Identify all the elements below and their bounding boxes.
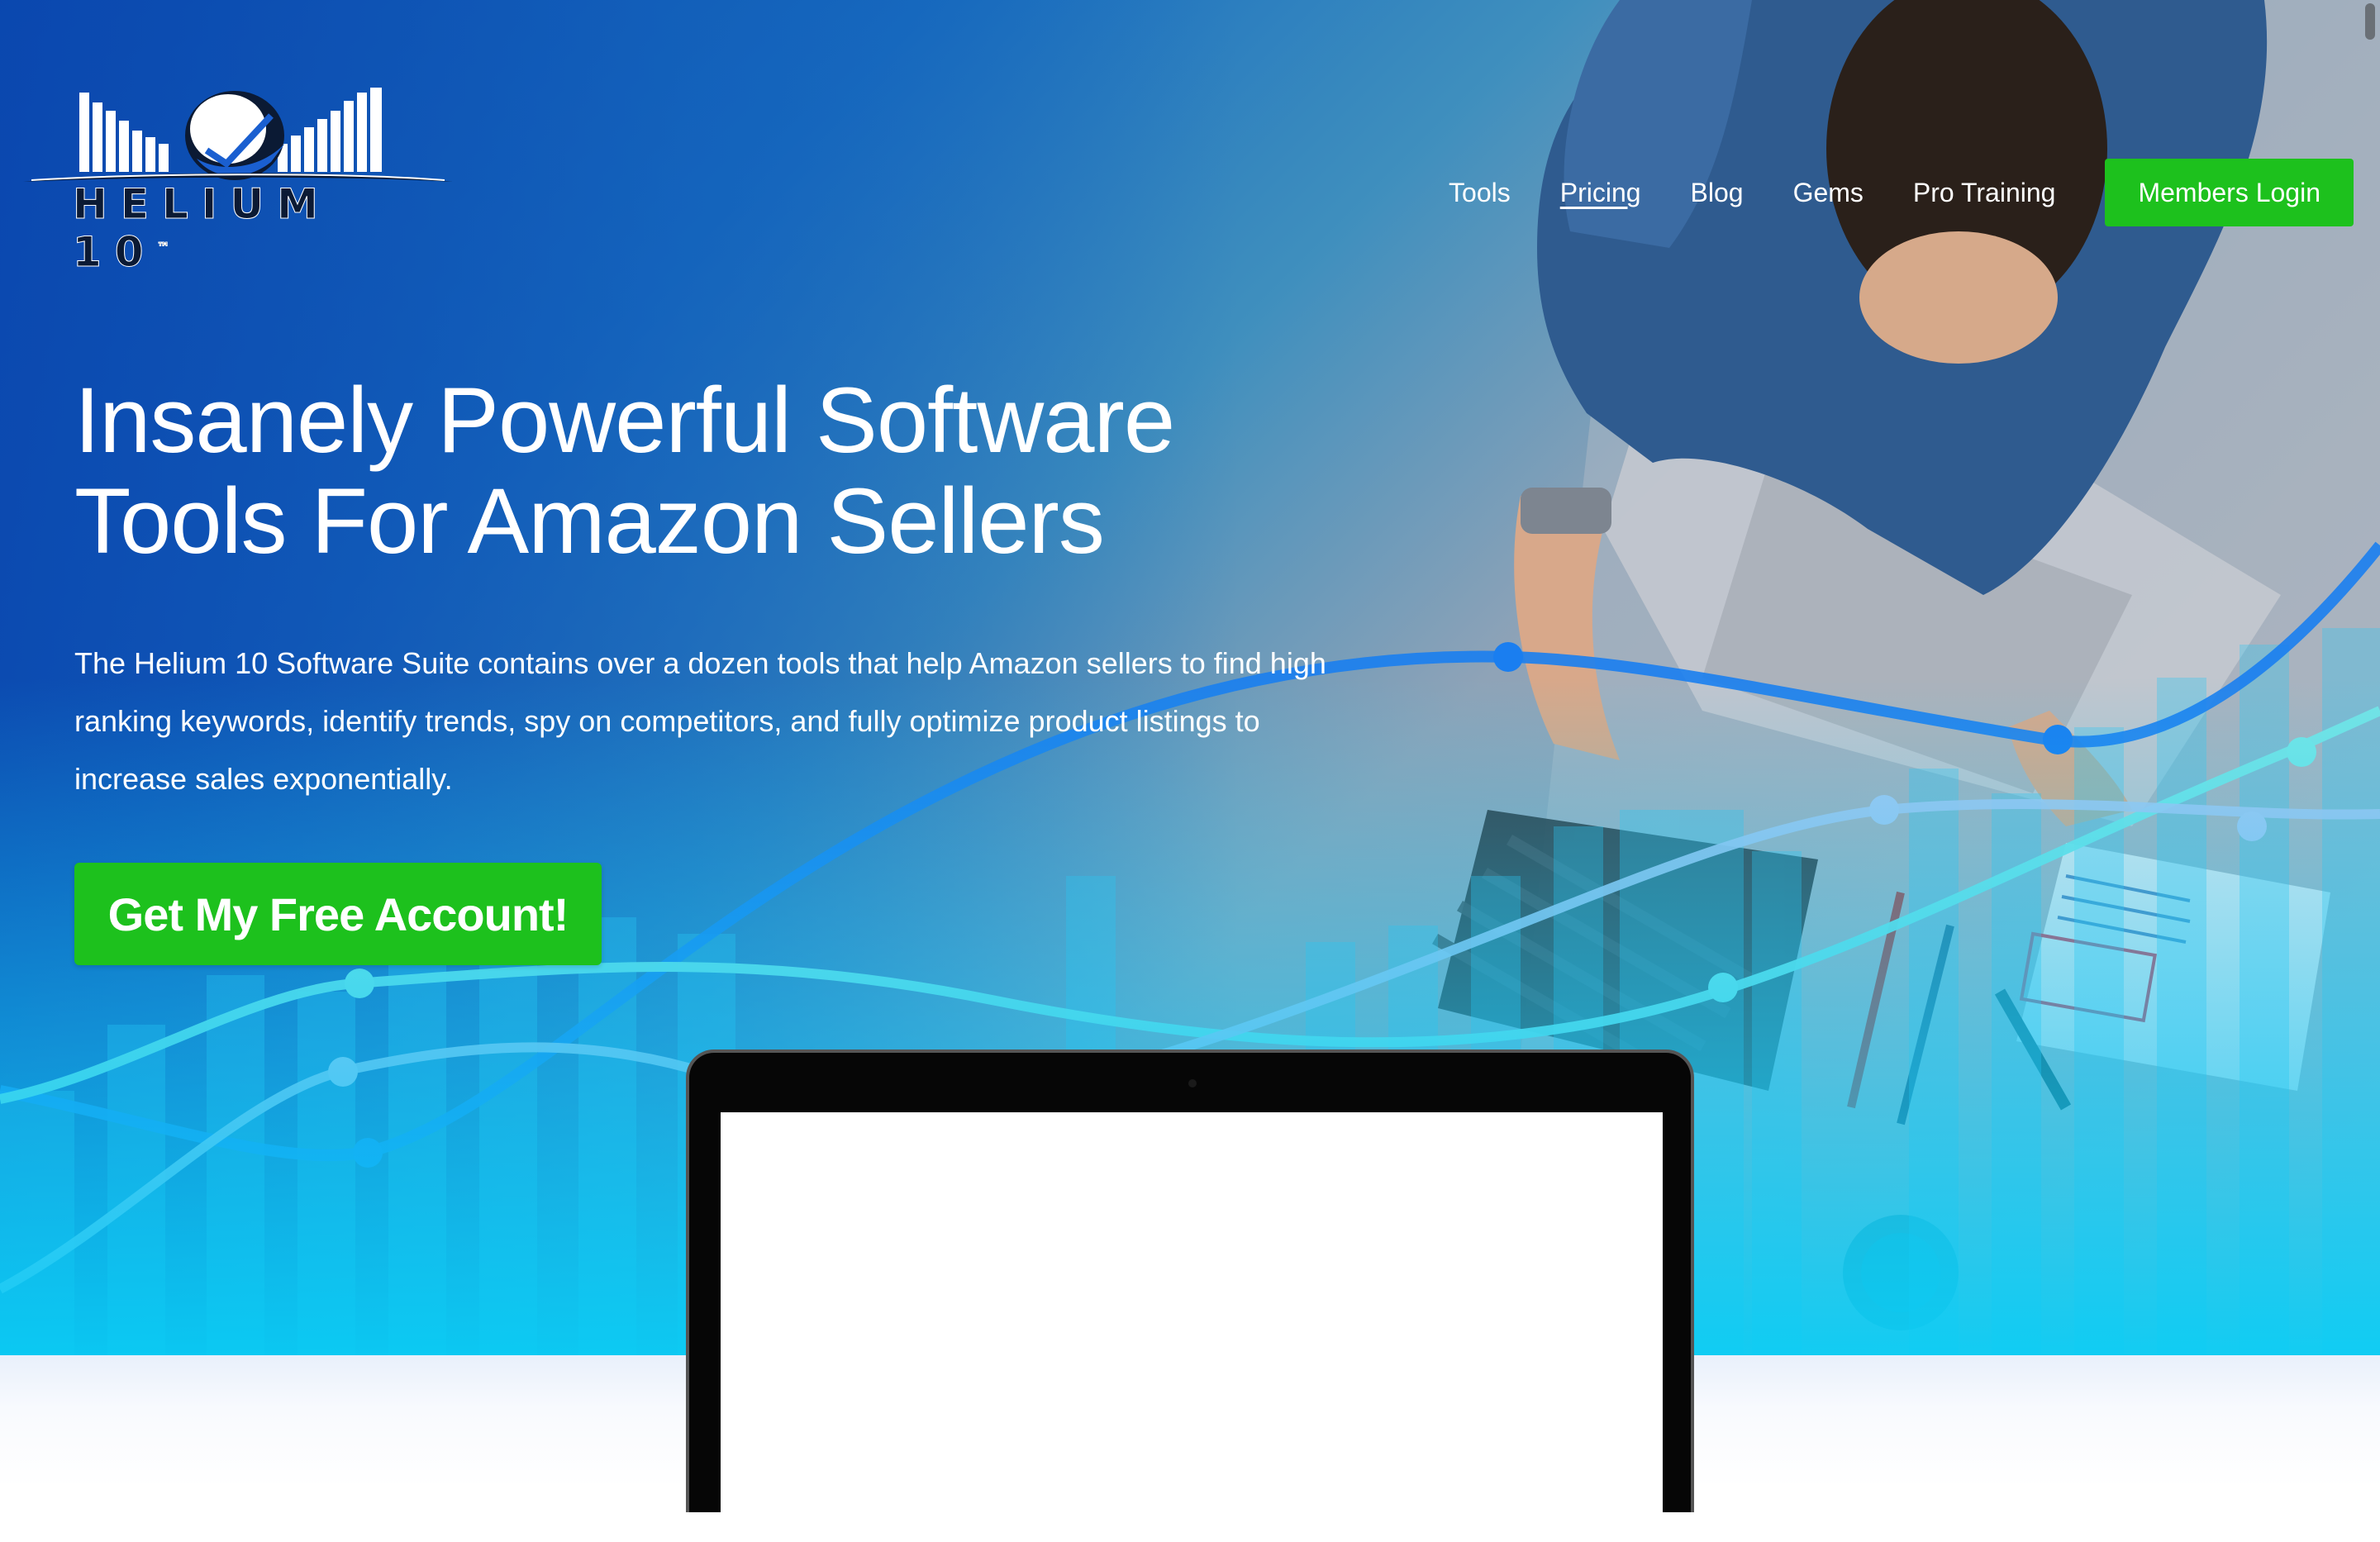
laptop-frame (686, 1049, 1694, 1542)
nav-link-pricing[interactable]: Pricing (1560, 178, 1641, 208)
nav-link-pro-training[interactable]: Pro Training (1913, 178, 2056, 208)
nav-link-blog[interactable]: Blog (1691, 178, 1744, 208)
helium10-logo-text: HELIUM 10™ (73, 180, 331, 277)
top-navigation: Tools Pricing Blog Gems Pro Training Mem… (1449, 159, 2354, 226)
scrollbar-thumb[interactable] (2365, 3, 2375, 40)
members-login-button[interactable]: Members Login (2105, 159, 2354, 226)
nav-link-gems[interactable]: Gems (1793, 178, 1864, 208)
hero-headline: Insanely Powerful Software Tools For Ama… (74, 370, 1314, 572)
get-free-account-button[interactable]: Get My Free Account! (74, 863, 602, 965)
hero-headline-line-1: Insanely Powerful Software (74, 369, 1175, 472)
nav-link-tools[interactable]: Tools (1449, 178, 1511, 208)
laptop-screen (721, 1112, 1663, 1542)
laptop-camera (1188, 1079, 1197, 1087)
hero-description: The Helium 10 Software Suite contains ov… (74, 646, 1326, 796)
page-scrollbar[interactable] (2357, 0, 2380, 1487)
hero-headline-line-2: Tools For Amazon Sellers (74, 469, 1105, 573)
helium10-logo[interactable]: HELIUM 10™ (23, 83, 453, 277)
